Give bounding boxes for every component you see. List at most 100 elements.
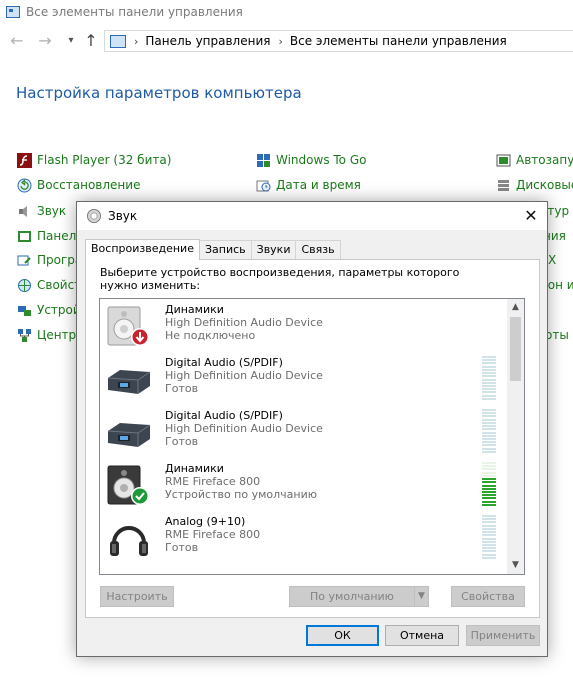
dialog-title: Звук <box>108 209 138 223</box>
meter-segment <box>482 412 496 415</box>
device-item[interactable]: Digital Audio (S/PDIF) High Definition A… <box>100 352 506 405</box>
device-name: Динамики <box>165 303 224 316</box>
device-status: Устройство по умолчанию <box>165 488 318 501</box>
meter-segment <box>482 540 496 543</box>
breadcrumb-separator-icon[interactable]: › <box>134 35 138 48</box>
scrollbar-thumb[interactable] <box>510 317 521 381</box>
cp-item-label: оты <box>545 328 569 342</box>
meter-segment <box>482 556 496 559</box>
forward-arrow-icon[interactable]: → <box>36 31 54 51</box>
meter-segment <box>482 384 496 387</box>
cp-item-programs[interactable]: Програ <box>17 251 82 269</box>
tab-playback[interactable]: Воспроизведение <box>85 239 200 260</box>
volume-meter <box>482 515 496 559</box>
back-arrow-icon[interactable]: ← <box>8 31 26 51</box>
recent-locations-chevron-icon[interactable]: ▾ <box>62 31 80 51</box>
device-description: RME Fireface 800 <box>165 528 261 541</box>
network-globe-icon <box>17 278 32 293</box>
cp-item-date-time[interactable]: Дата и время <box>256 176 361 194</box>
meter-segment <box>482 397 496 400</box>
scroll-down-arrow-icon[interactable]: ▼ <box>507 557 524 574</box>
speaker-icon <box>17 204 32 219</box>
meter-segment <box>482 518 496 521</box>
cp-item-label: Flash Player (32 бита) <box>37 153 172 167</box>
tab-communications[interactable]: Связь <box>295 240 341 260</box>
meter-segment <box>482 356 496 358</box>
cp-item-partial-5[interactable]: оты <box>545 326 569 344</box>
breadcrumb-control-panel[interactable]: Панель управления <box>145 34 270 48</box>
meter-segment <box>482 490 496 493</box>
meter-segment <box>482 375 496 378</box>
address-bar[interactable]: › Панель управления › Все элементы панел… <box>104 30 573 52</box>
speaker-default-icon <box>106 464 152 506</box>
cp-item-properties[interactable]: Свойст <box>17 276 81 294</box>
meter-segment <box>482 418 496 421</box>
cp-item-panel[interactable]: Панель <box>17 227 83 245</box>
cp-item-autoplay[interactable]: Автозапус <box>496 151 573 169</box>
meter-segment <box>482 527 496 530</box>
device-item[interactable]: Динамики RME Fireface 800 Устройство по … <box>100 458 506 511</box>
device-name: Analog (9+10) <box>165 515 246 528</box>
window-title: Все элементы панели управления <box>26 5 243 19</box>
meter-segment <box>482 468 496 471</box>
clock-calendar-icon <box>256 178 271 193</box>
storage-disks-icon <box>496 178 511 193</box>
apply-button[interactable]: Применить <box>466 625 540 646</box>
device-status: Не подключено <box>165 329 256 342</box>
cp-item-label: Х <box>548 253 557 267</box>
device-description: RME Fireface 800 <box>165 475 261 488</box>
cp-item-storage[interactable]: Дисковые <box>496 176 573 194</box>
properties-button[interactable]: Свойства <box>451 586 525 607</box>
meter-segment <box>482 359 496 362</box>
tab-sounds[interactable]: Звуки <box>250 240 297 260</box>
meter-segment <box>482 368 496 371</box>
navigation-bar: ← → ▾ ↑ › Панель управления › Все элемен… <box>0 26 573 56</box>
meter-segment <box>482 447 496 450</box>
playback-panel: Выберите устройство воспроизведения, пар… <box>85 259 540 618</box>
sound-dialog: Звук ✕ Воспроизведение Запись Звуки Связ… <box>76 201 548 657</box>
meter-segment <box>482 378 496 381</box>
up-arrow-icon[interactable]: ↑ <box>82 31 100 51</box>
autoplay-icon <box>496 153 511 168</box>
device-list[interactable]: Динамики High Definition Audio Device Не… <box>99 298 525 575</box>
cp-item-label: Звук <box>37 204 67 218</box>
meter-segment <box>482 478 496 481</box>
meter-segment <box>482 471 496 474</box>
cp-item-sound[interactable]: Звук <box>17 202 66 220</box>
cp-item-devices[interactable]: Устрой <box>17 301 81 319</box>
device-description: High Definition Audio Device <box>165 316 323 329</box>
device-item[interactable]: Analog (9+10) RME Fireface 800 Готов <box>100 511 506 564</box>
device-item[interactable]: Динамики High Definition Audio Device Не… <box>100 299 506 352</box>
cp-item-label: Дисковые <box>516 178 573 192</box>
configure-button[interactable]: Настроить <box>100 586 174 607</box>
meter-segment <box>482 524 496 527</box>
cp-item-partial-3[interactable]: Х <box>548 251 556 269</box>
breadcrumb-separator-icon[interactable]: › <box>278 35 282 48</box>
close-icon[interactable]: ✕ <box>515 202 547 230</box>
device-item[interactable]: Digital Audio (S/PDIF) High Definition A… <box>100 405 506 458</box>
device-status: Готов <box>165 541 199 554</box>
tab-recording[interactable]: Запись <box>198 240 252 260</box>
panel-icon <box>17 229 32 244</box>
control-panel-icon <box>6 6 20 18</box>
dialog-titlebar[interactable]: Звук ✕ <box>77 202 547 230</box>
cp-item-recovery[interactable]: Восстановление <box>17 176 140 194</box>
meter-segment <box>482 391 496 394</box>
set-default-button[interactable]: По умолчанию <box>289 586 415 607</box>
cp-item-label: Дата и время <box>276 178 361 192</box>
set-default-dropdown-arrow-icon[interactable]: ▼ <box>414 586 429 607</box>
cancel-button[interactable]: Отмена <box>385 625 459 646</box>
breadcrumb-all-items[interactable]: Все элементы панели управления <box>290 34 507 48</box>
device-name: Digital Audio (S/PDIF) <box>165 409 283 422</box>
cp-item-flash-player[interactable]: Flash Player (32 бита) <box>17 151 171 169</box>
meter-segment <box>482 550 496 553</box>
meter-segment <box>482 503 496 506</box>
meter-segment <box>482 434 496 437</box>
device-list-scrollbar[interactable]: ▲ ▼ <box>507 299 524 574</box>
ok-button[interactable]: ОК <box>306 625 379 646</box>
cp-item-windows-to-go[interactable]: Windows To Go <box>256 151 366 169</box>
scroll-up-arrow-icon[interactable]: ▲ <box>507 299 524 316</box>
meter-segment <box>482 521 496 524</box>
page-heading: Настройка параметров компьютера <box>16 84 302 102</box>
meter-segment <box>482 362 496 365</box>
